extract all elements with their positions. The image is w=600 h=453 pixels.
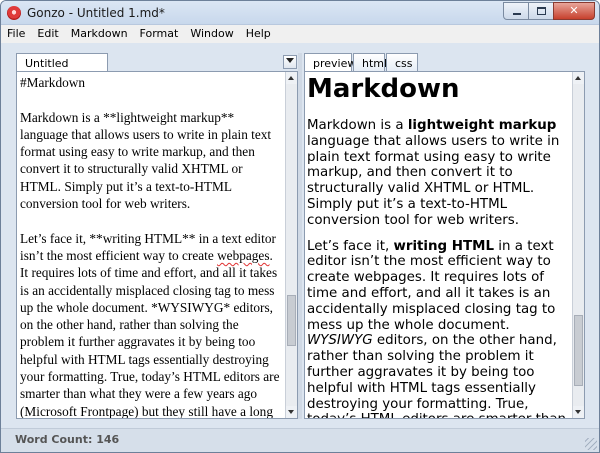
markdown-editor[interactable]: #Markdown Markdown is a **lightweight ma… xyxy=(16,71,298,419)
preview-text-run: language that allows users to write in p… xyxy=(307,133,560,228)
maximize-button[interactable] xyxy=(528,2,554,20)
menu-edit[interactable]: Edit xyxy=(31,25,64,43)
preview-paragraph-1: Markdown is a lightweight markup languag… xyxy=(307,118,573,229)
maximize-icon xyxy=(537,7,546,15)
minimize-icon xyxy=(513,13,521,15)
editor-scrollbar[interactable] xyxy=(285,72,297,418)
tab-html[interactable]: html xyxy=(353,53,388,71)
pane-splitter[interactable] xyxy=(298,53,302,419)
editor-paragraph-1: Markdown is a **lightweight markup** lan… xyxy=(20,109,272,212)
preview-text-run: Let’s face it, xyxy=(307,238,394,254)
window-title: Gonzo - Untitled 1.md* xyxy=(27,6,165,20)
gonzo-app-icon xyxy=(7,6,21,20)
tab-list-dropdown-button[interactable] xyxy=(283,55,297,69)
resize-grip-icon[interactable] xyxy=(585,438,597,450)
minimize-button[interactable] xyxy=(503,2,529,20)
tab-label: preview xyxy=(313,57,357,70)
menu-file[interactable]: File xyxy=(1,25,31,43)
window-controls: ✕ xyxy=(503,2,595,21)
app-window: Gonzo - Untitled 1.md* ✕ File Edit Markd… xyxy=(0,0,600,453)
title-bar[interactable]: Gonzo - Untitled 1.md* ✕ xyxy=(1,1,599,25)
preview-content: Markdown Markdown is a lightweight marku… xyxy=(307,72,573,418)
tab-css[interactable]: css xyxy=(386,53,418,71)
spelling-flag-webpages[interactable]: webpages xyxy=(217,248,269,263)
preview-paragraph-2: Let’s face it, writing HTML in a text ed… xyxy=(307,238,573,418)
menu-format[interactable]: Format xyxy=(134,25,185,43)
editor-line-heading: #Markdown xyxy=(20,75,85,90)
preview-bold-text: writing HTML xyxy=(393,238,495,254)
scroll-down-arrow-icon[interactable] xyxy=(286,406,297,418)
chevron-down-icon xyxy=(286,58,294,63)
close-button[interactable]: ✕ xyxy=(553,2,595,20)
scroll-down-arrow-icon[interactable] xyxy=(573,406,584,418)
tab-label: css xyxy=(395,57,413,70)
preview-scrollbar[interactable] xyxy=(572,72,584,418)
editor-scroll-thumb[interactable] xyxy=(287,294,296,347)
close-icon: ✕ xyxy=(569,5,579,17)
status-bar: Word Count: 146 xyxy=(1,428,599,452)
preview-bold-text: lightweight markup xyxy=(407,118,557,133)
preview-scroll-thumb[interactable] xyxy=(574,315,583,386)
menu-markdown[interactable]: Markdown xyxy=(65,25,134,43)
spelling-flag-frontpage[interactable]: Frontpage xyxy=(80,404,134,418)
workspace: Untitled 1.md* #Markdown Markdown is a *… xyxy=(1,43,599,428)
word-count: Word Count: 146 xyxy=(15,433,120,446)
html-preview[interactable]: Markdown Markdown is a lightweight marku… xyxy=(304,71,585,419)
preview-text-run: Markdown is a xyxy=(307,118,408,133)
tab-preview[interactable]: preview xyxy=(304,53,356,72)
menu-bar: File Edit Markdown Format Window Help xyxy=(1,25,599,43)
tab-label: html xyxy=(362,57,388,70)
editor-paragraph-2: Let’s face it, **writing HTML** in a tex… xyxy=(20,230,284,419)
preview-italic-text: WYSIWYG xyxy=(307,333,373,349)
preview-heading: Markdown xyxy=(307,74,460,104)
scroll-up-arrow-icon[interactable] xyxy=(286,72,297,84)
editor-text-run: . It requires lots of time and effort, a… xyxy=(20,247,280,419)
menu-window[interactable]: Window xyxy=(184,25,239,43)
scroll-up-arrow-icon[interactable] xyxy=(573,72,584,84)
menu-help[interactable]: Help xyxy=(240,25,277,43)
tab-untitled-1[interactable]: Untitled 1.md* xyxy=(16,53,108,83)
editor-text[interactable]: #Markdown Markdown is a **lightweight ma… xyxy=(20,74,284,419)
